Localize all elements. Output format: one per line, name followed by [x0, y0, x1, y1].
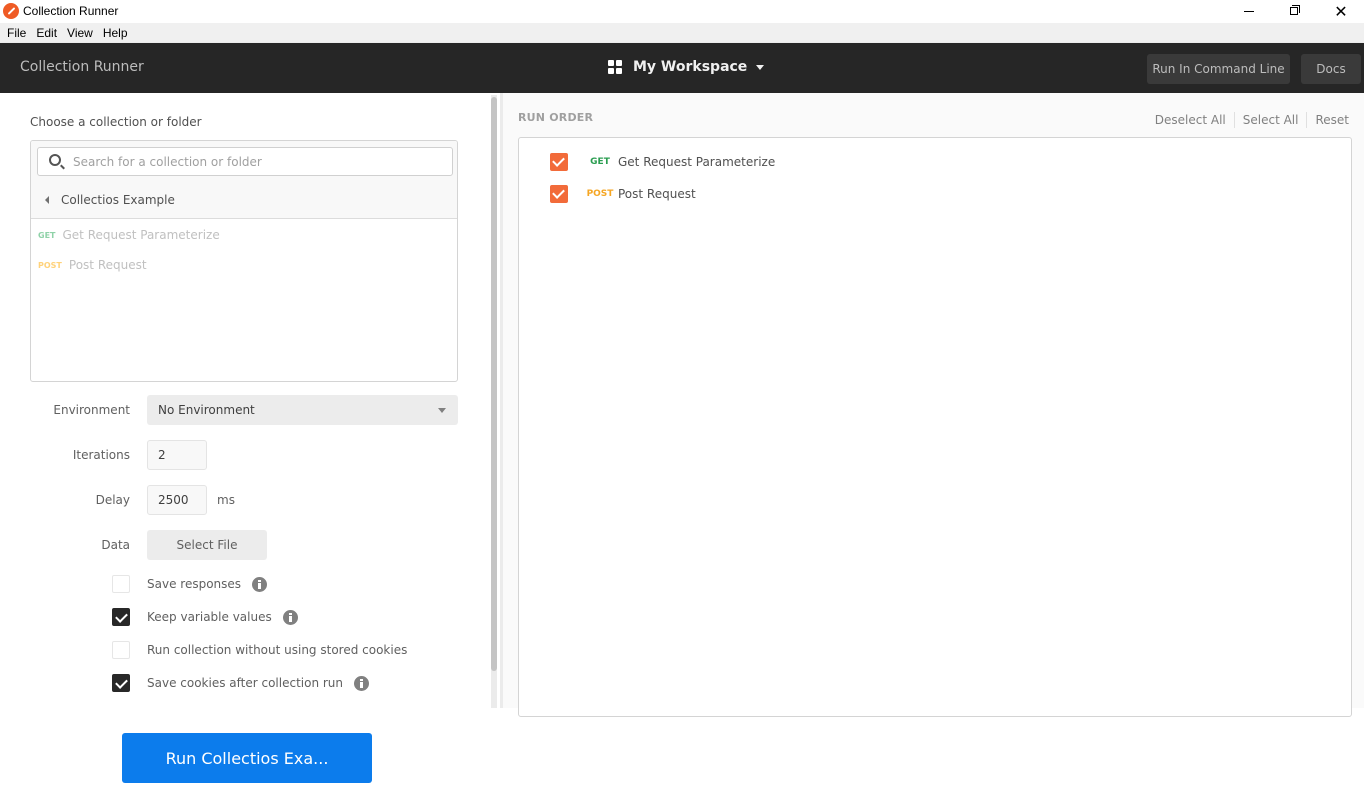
- info-icon[interactable]: [252, 576, 268, 592]
- delay-input[interactable]: [147, 485, 207, 515]
- method-badge: GET: [590, 157, 610, 167]
- option-label: Keep variable values: [147, 610, 272, 624]
- run-order-heading: RUN ORDER: [518, 111, 594, 124]
- menu-file[interactable]: File: [2, 26, 31, 40]
- docs-button[interactable]: Docs: [1301, 54, 1361, 84]
- run-without-cookies-checkbox[interactable]: [112, 641, 130, 659]
- option-label: Save responses: [147, 577, 242, 591]
- collection-request-item[interactable]: POST Post Request: [38, 255, 147, 275]
- option-save-cookies[interactable]: Save cookies after collection run: [112, 674, 370, 692]
- menu-bar: File Edit View Help: [0, 23, 1364, 43]
- option-save-responses[interactable]: Save responses: [112, 575, 268, 593]
- menu-edit[interactable]: Edit: [31, 26, 62, 40]
- app-header: Collection Runner My Workspace Run In Co…: [0, 43, 1364, 93]
- keep-variable-values-checkbox[interactable]: [112, 608, 130, 626]
- search-icon: [49, 154, 61, 166]
- request-name: Post Request: [68, 258, 147, 272]
- deselect-all-link[interactable]: Deselect All: [1155, 113, 1226, 127]
- option-keep-variable-values[interactable]: Keep variable values: [112, 608, 298, 626]
- run-order-checkbox[interactable]: [550, 185, 568, 203]
- request-name: Get Request Parameterize: [62, 228, 220, 242]
- collection-request-item[interactable]: GET Get Request Parameterize: [38, 225, 220, 245]
- runner-settings-panel: Choose a collection or folder Collectios…: [0, 93, 500, 708]
- method-badge: POST: [38, 260, 62, 270]
- run-order-list: GET Get Request Parameterize POST Post R…: [518, 137, 1352, 717]
- option-label: Save cookies after collection run: [147, 676, 344, 690]
- run-order-checkbox[interactable]: [550, 153, 568, 171]
- postman-app-icon: [3, 3, 19, 19]
- separator: [1233, 112, 1235, 128]
- run-collection-button[interactable]: Run Collectios Exa...: [122, 733, 372, 783]
- request-name: Get Request Parameterize: [618, 155, 776, 169]
- workspace-switcher[interactable]: My Workspace: [608, 59, 765, 75]
- run-order-item[interactable]: POST Post Request: [550, 185, 696, 203]
- request-name: Post Request: [618, 187, 696, 201]
- iterations-label: Iterations: [72, 448, 130, 462]
- reset-link[interactable]: Reset: [1315, 113, 1349, 127]
- menu-view[interactable]: View: [62, 26, 98, 40]
- window-title: Collection Runner: [23, 4, 119, 18]
- minimize-button[interactable]: [1226, 0, 1272, 23]
- run-order-actions: Deselect All Select All Reset: [1155, 112, 1349, 128]
- workspace-grid-icon: [608, 60, 622, 74]
- header-title: Collection Runner: [20, 59, 144, 75]
- save-responses-checkbox[interactable]: [112, 575, 130, 593]
- breadcrumb-label: Collectios Example: [61, 193, 175, 207]
- environment-value: No Environment: [158, 403, 255, 417]
- option-run-without-cookies[interactable]: Run collection without using stored cook…: [112, 641, 407, 659]
- run-in-command-line-button[interactable]: Run In Command Line: [1147, 54, 1290, 84]
- collection-picker-header: Collectios Example: [31, 141, 457, 219]
- collection-picker: Collectios Example GET Get Request Param…: [30, 140, 458, 382]
- workspace-label: My Workspace: [633, 59, 748, 75]
- scrollbar-thumb[interactable]: [491, 97, 497, 671]
- restore-button[interactable]: [1272, 0, 1318, 23]
- data-label: Data: [101, 538, 130, 552]
- caret-down-icon: [756, 64, 765, 70]
- option-label: Run collection without using stored cook…: [147, 643, 408, 657]
- environment-label: Environment: [53, 403, 130, 417]
- run-order-item[interactable]: GET Get Request Parameterize: [550, 153, 775, 171]
- window-title-bar: Collection Runner ✕: [0, 0, 1364, 23]
- select-file-button[interactable]: Select File: [147, 530, 267, 560]
- method-badge: GET: [38, 230, 56, 240]
- collection-search-input[interactable]: [73, 148, 443, 175]
- separator: [1306, 112, 1308, 128]
- save-cookies-checkbox[interactable]: [112, 674, 130, 692]
- method-badge: POST: [586, 189, 614, 199]
- caret-down-icon: [438, 408, 446, 413]
- delay-label: Delay: [95, 493, 130, 507]
- run-order-panel: RUN ORDER Deselect All Select All Reset …: [503, 93, 1364, 717]
- environment-select[interactable]: No Environment: [147, 395, 458, 425]
- info-icon[interactable]: [354, 675, 370, 691]
- choose-collection-label: Choose a collection or folder: [30, 115, 202, 129]
- close-icon: ✕: [1334, 2, 1348, 21]
- select-all-link[interactable]: Select All: [1243, 113, 1299, 127]
- caret-left-icon: [45, 196, 49, 204]
- restore-icon-front: [1290, 7, 1298, 15]
- delay-unit: ms: [217, 493, 235, 507]
- collection-breadcrumb[interactable]: Collectios Example: [45, 193, 175, 207]
- collection-search-box: [37, 147, 453, 176]
- menu-help[interactable]: Help: [98, 26, 133, 40]
- close-button[interactable]: ✕: [1318, 0, 1364, 23]
- iterations-input[interactable]: [147, 440, 207, 470]
- info-icon[interactable]: [282, 609, 298, 625]
